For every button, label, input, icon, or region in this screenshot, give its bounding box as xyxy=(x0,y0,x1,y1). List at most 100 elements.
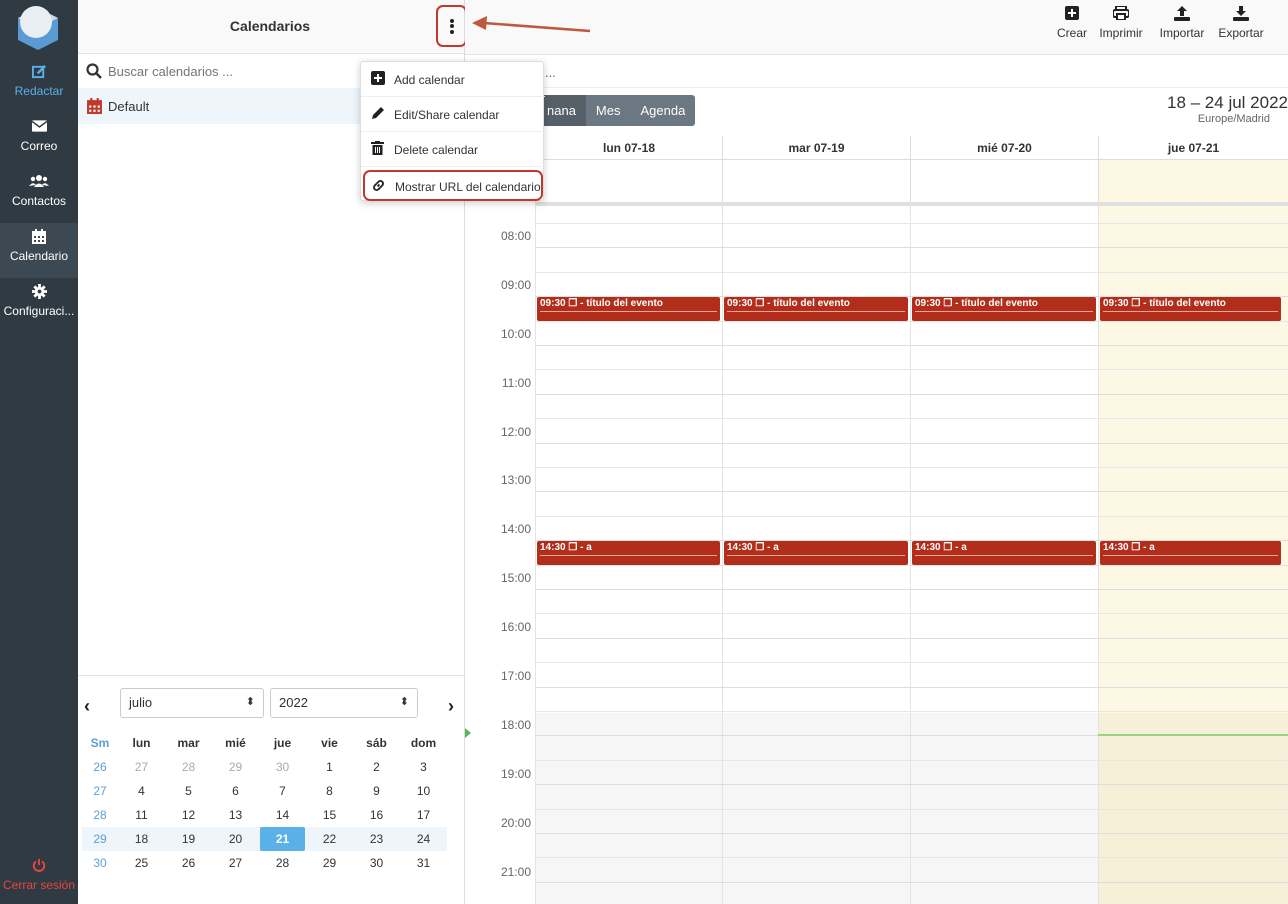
day-cell[interactable]: 31 xyxy=(400,851,447,875)
hour-label: 14:00 xyxy=(500,522,531,536)
week-number[interactable]: 29 xyxy=(82,827,118,851)
day-header[interactable]: lun 07-18 xyxy=(535,136,722,160)
menu-delete-calendar[interactable]: Delete calendar xyxy=(361,132,545,167)
event-search[interactable]: ... xyxy=(465,55,1288,88)
nav-mail[interactable]: Correo xyxy=(0,113,78,168)
day-cell[interactable]: 25 xyxy=(118,851,165,875)
day-cell[interactable]: 16 xyxy=(353,803,400,827)
allday-cell[interactable] xyxy=(910,160,1098,204)
week-number[interactable]: 28 xyxy=(82,803,118,827)
day-cell[interactable]: 27 xyxy=(118,755,165,779)
event-subline xyxy=(727,555,905,561)
calendar-event[interactable]: 14:30 ❐ - a xyxy=(537,541,720,565)
calendar-event[interactable]: 14:30 ❐ - a xyxy=(912,541,1096,565)
col-divider xyxy=(910,204,911,904)
day-cell[interactable]: 8 xyxy=(306,779,353,803)
allday-cell[interactable] xyxy=(722,160,910,204)
search-ellipsis: ... xyxy=(545,65,556,80)
day-header[interactable]: mar 07-19 xyxy=(722,136,910,160)
menu-add-calendar[interactable]: Add calendar xyxy=(361,62,545,97)
day-cell[interactable]: 24 xyxy=(400,827,447,851)
day-cell[interactable]: 11 xyxy=(118,803,165,827)
calendar-event[interactable]: 09:30 ❐ - título del evento xyxy=(912,297,1096,321)
day-cell[interactable]: 19 xyxy=(165,827,212,851)
day-cell[interactable]: 23 xyxy=(353,827,400,851)
grid-line xyxy=(535,637,1288,639)
day-cell[interactable]: 18 xyxy=(118,827,165,851)
app-nav: Redactar Correo Contactos Calendario Con… xyxy=(0,0,78,904)
grid-line xyxy=(535,467,1288,468)
import-button[interactable]: Importar xyxy=(1157,6,1207,40)
week-number[interactable]: 30 xyxy=(82,851,118,875)
view-agenda-button[interactable]: Agenda xyxy=(630,95,696,126)
day-cell[interactable]: 26 xyxy=(165,851,212,875)
annotation-arrow-icon xyxy=(472,16,591,33)
search-icon xyxy=(86,63,102,82)
day-cell[interactable]: 29 xyxy=(306,851,353,875)
day-header[interactable]: mié 07-20 xyxy=(910,136,1098,160)
day-cell[interactable]: 29 xyxy=(212,755,259,779)
day-cell[interactable]: 17 xyxy=(400,803,447,827)
month-select[interactable]: julio ⬍ xyxy=(120,688,264,718)
calendar-event[interactable]: 14:30 ❐ - a xyxy=(724,541,908,565)
prev-month-icon[interactable]: ‹ xyxy=(84,696,90,717)
export-button[interactable]: Exportar xyxy=(1216,6,1266,40)
day-cell[interactable]: 6 xyxy=(212,779,259,803)
print-button[interactable]: Imprimir xyxy=(1096,5,1146,40)
date-range: 18 – 24 jul 2022 Europe/Madrid xyxy=(1167,93,1288,125)
year-select[interactable]: 2022 ⬍ xyxy=(270,688,418,718)
nav-compose[interactable]: Redactar xyxy=(0,58,78,113)
view-month-button[interactable]: Mes xyxy=(585,95,631,126)
week-number[interactable]: 26 xyxy=(82,755,118,779)
day-cell[interactable]: 20 xyxy=(212,827,259,851)
create-button[interactable]: Crear xyxy=(1055,6,1089,40)
menu-show-calendar-url[interactable]: Mostrar URL del calendario xyxy=(363,170,543,201)
day-header[interactable]: jue 07-21 xyxy=(1098,136,1288,160)
day-cell[interactable]: 13 xyxy=(212,803,259,827)
calendar-icon xyxy=(86,98,103,117)
app-logo[interactable] xyxy=(0,0,78,55)
grid-line xyxy=(535,491,1288,493)
hour-label: 18:00 xyxy=(500,718,531,732)
nav-calendar[interactable]: Calendario xyxy=(0,223,78,278)
nav-settings[interactable]: Configuraci... xyxy=(0,278,78,333)
day-cell[interactable]: 30 xyxy=(353,851,400,875)
day-cell[interactable]: 2 xyxy=(353,755,400,779)
day-cell[interactable]: 3 xyxy=(400,755,447,779)
nav-label: Calendario xyxy=(9,249,69,263)
day-cell[interactable]: 28 xyxy=(259,851,306,875)
calendar-event[interactable]: 14:30 ❐ - a xyxy=(1100,541,1281,565)
day-cell[interactable]: 30 xyxy=(259,755,306,779)
weekday-header: mar xyxy=(177,736,200,750)
hour-label: 12:00 xyxy=(500,425,531,439)
day-cell[interactable]: 10 xyxy=(400,779,447,803)
day-cell[interactable]: 4 xyxy=(118,779,165,803)
day-cell[interactable]: 27 xyxy=(212,851,259,875)
calendar-event[interactable]: 09:30 ❐ - título del evento xyxy=(724,297,908,321)
calendar-event[interactable]: 09:30 ❐ - título del evento xyxy=(537,297,720,321)
mail-icon xyxy=(0,119,78,137)
week-number[interactable]: 27 xyxy=(82,779,118,803)
next-month-icon[interactable]: › xyxy=(448,696,454,717)
day-cell[interactable]: 15 xyxy=(306,803,353,827)
hour-label: 11:00 xyxy=(501,376,531,390)
mini-weekday-row: Sm lun mar mié jue vie sáb dom xyxy=(82,731,447,755)
day-cell[interactable]: 28 xyxy=(165,755,212,779)
calendar-options-button[interactable] xyxy=(436,5,467,47)
allday-cell[interactable] xyxy=(535,160,722,204)
day-cell[interactable]: 1 xyxy=(306,755,353,779)
day-cell-today[interactable]: 21 xyxy=(259,827,306,851)
nav-contacts[interactable]: Contactos xyxy=(0,168,78,223)
day-cell[interactable]: 5 xyxy=(165,779,212,803)
day-cell[interactable]: 7 xyxy=(259,779,306,803)
logout-button[interactable]: Cerrar sesión xyxy=(0,858,78,904)
day-cell[interactable]: 9 xyxy=(353,779,400,803)
import-label: Importar xyxy=(1159,26,1205,40)
menu-edit-share-calendar[interactable]: Edit/Share calendar xyxy=(361,97,545,132)
day-cell[interactable]: 12 xyxy=(165,803,212,827)
day-cell[interactable]: 22 xyxy=(306,827,353,851)
range-title: 18 – 24 jul 2022 xyxy=(1167,93,1288,112)
day-cell[interactable]: 14 xyxy=(259,803,306,827)
calendar-event[interactable]: 09:30 ❐ - título del evento xyxy=(1100,297,1281,321)
allday-cell[interactable] xyxy=(1098,160,1288,204)
